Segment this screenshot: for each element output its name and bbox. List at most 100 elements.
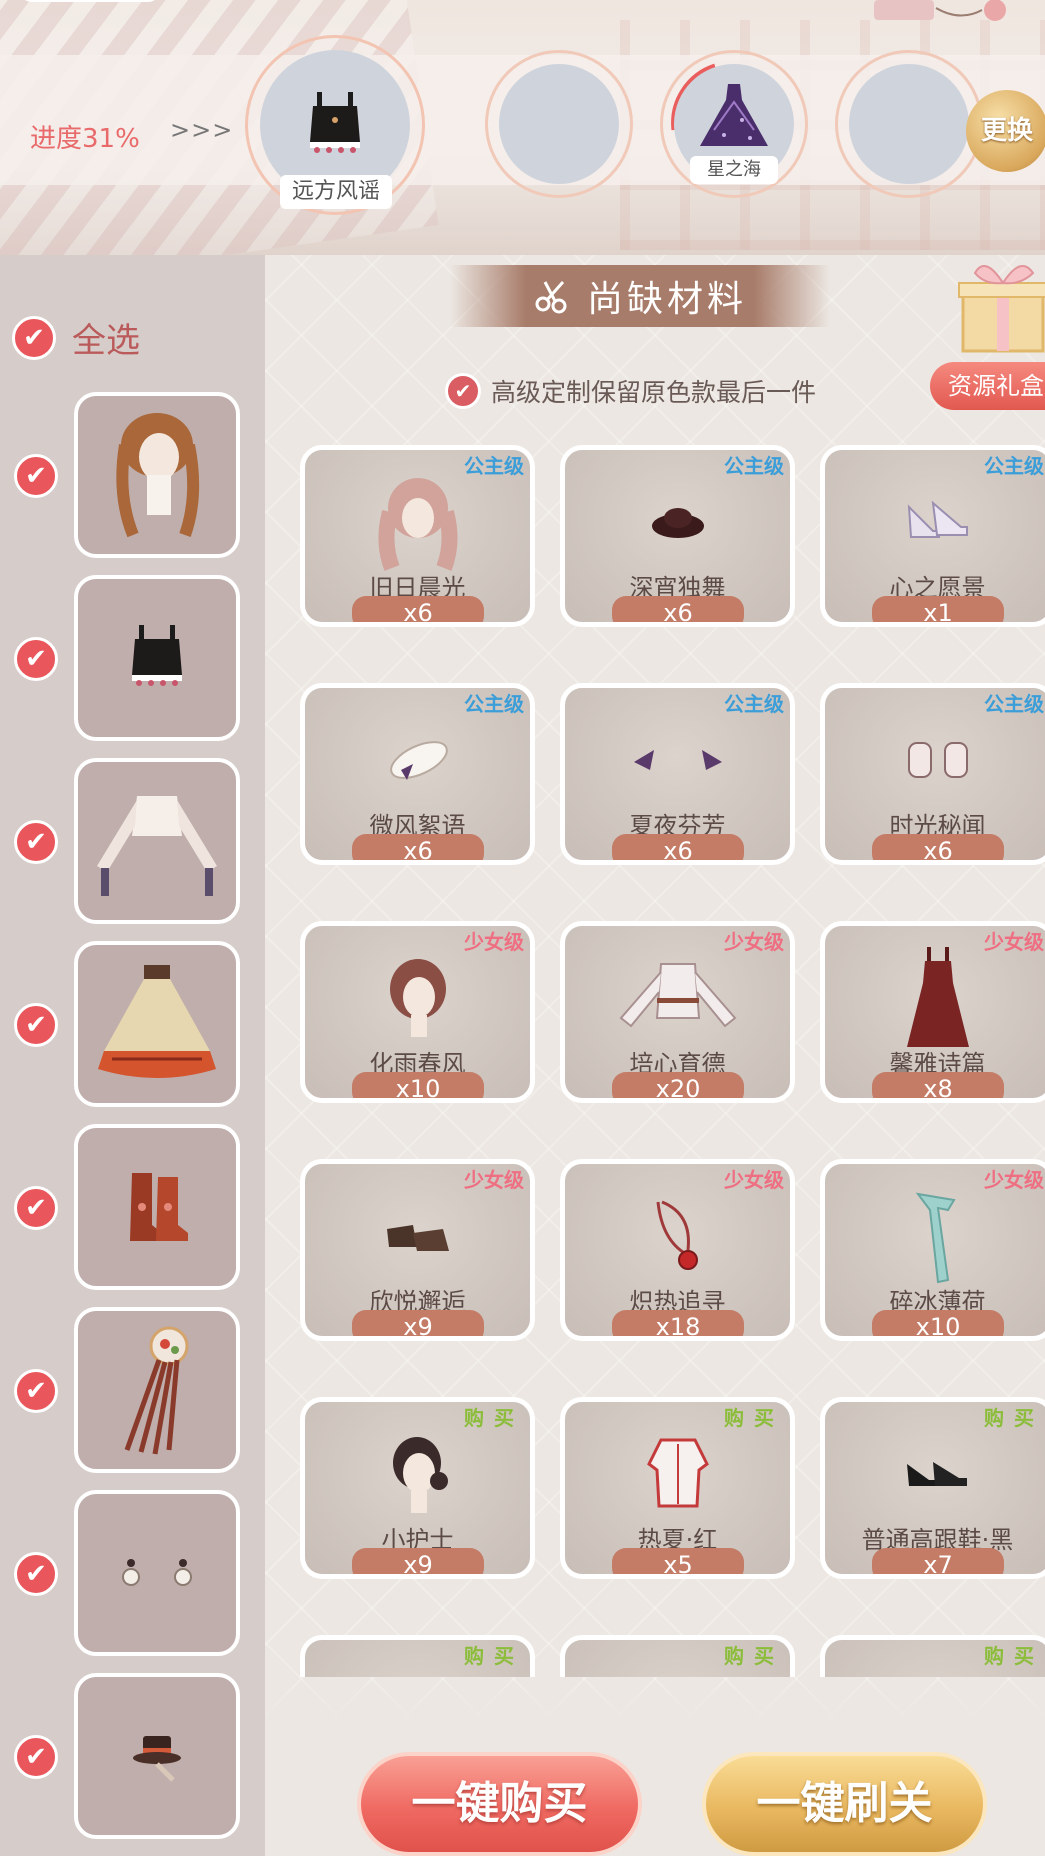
- top-thumbnail: [74, 575, 240, 741]
- material-quantity: x6: [352, 596, 484, 622]
- loafers-icon: [386, 1225, 449, 1251]
- checkmark-icon[interactable]: ✔: [445, 373, 481, 409]
- materials-panel: 尚缺材料 资源礼盒 ✔ 高级定制保留原色款最后一件 公主级 旧日晨光 x6 公主…: [265, 255, 1045, 1856]
- material-card[interactable]: 公主级 心之愿景 x1: [820, 445, 1045, 627]
- blouse-thumbnail: [74, 758, 240, 924]
- dark-hat-icon: [651, 508, 704, 538]
- progress-arrows: >>>: [170, 116, 234, 144]
- black-top-icon: [310, 92, 360, 153]
- sidebar-item-skirt[interactable]: ✔: [0, 941, 265, 1111]
- material-card[interactable]: 购买: [820, 1635, 1045, 1677]
- black-top-icon: [132, 625, 182, 686]
- wavy-hair-icon: [378, 478, 457, 571]
- sweep-stages-button[interactable]: 一键刷关: [702, 1752, 987, 1856]
- burgundy-dress-icon: [906, 947, 969, 1047]
- material-quantity: x10: [872, 1310, 1004, 1336]
- checkmark-icon[interactable]: ✔: [14, 1369, 58, 1413]
- keep-original-label: 高级定制保留原色款最后一件: [491, 378, 817, 407]
- section-header: 尚缺材料: [450, 265, 830, 327]
- purple-gown-icon: [700, 84, 768, 146]
- material-quantity: x5: [612, 1548, 744, 1574]
- resource-gift-button[interactable]: 资源礼盒: [930, 362, 1045, 410]
- material-quantity: x8: [872, 1072, 1004, 1098]
- material-quantity: x6: [872, 834, 1004, 860]
- sidebar-item-earrings[interactable]: ✔: [0, 1490, 265, 1660]
- gift-box-icon[interactable]: [945, 255, 1045, 355]
- bun-hair-icon: [392, 1437, 448, 1513]
- red-boots-icon: [130, 1173, 188, 1241]
- material-card[interactable]: 公主级 深宵独舞 x6: [560, 445, 795, 627]
- buy-all-button[interactable]: 一键购买: [357, 1752, 642, 1856]
- sidebar-item-boots[interactable]: ✔: [0, 1124, 265, 1294]
- checkmark-icon[interactable]: ✔: [14, 1186, 58, 1230]
- checkmark-icon[interactable]: ✔: [14, 454, 58, 498]
- material-card[interactable]: 公主级 时光秘闻 x6: [820, 683, 1045, 865]
- checkmark-icon[interactable]: ✔: [14, 637, 58, 681]
- curly-hair-icon: [389, 959, 446, 1037]
- material-card[interactable]: 少女级 培心育德 x20: [560, 921, 795, 1103]
- material-card[interactable]: 少女级 欣悦邂逅 x9: [300, 1159, 535, 1341]
- material-card[interactable]: 购买 小护士 x9: [300, 1397, 535, 1579]
- checkmark-icon[interactable]: ✔: [14, 1552, 58, 1596]
- skirt-thumbnail: [74, 941, 240, 1107]
- checkmark-icon[interactable]: ✔: [14, 1735, 58, 1779]
- ruby-necklace-icon: [656, 1200, 698, 1270]
- checkmark-icon[interactable]: ✔: [14, 820, 58, 864]
- material-quantity: x6: [612, 596, 744, 622]
- material-quantity: x7: [872, 1548, 1004, 1574]
- material-card[interactable]: 少女级 炽热追寻 x18: [560, 1159, 795, 1341]
- material-quantity: x10: [352, 1072, 484, 1098]
- outfit-slot-4[interactable]: [835, 50, 983, 198]
- boots-thumbnail: [74, 1124, 240, 1290]
- material-quantity: x9: [352, 1548, 484, 1574]
- checkmark-icon: ✔: [12, 315, 56, 360]
- ribbon-headpiece-icon: [124, 1326, 189, 1455]
- material-quantity: x18: [612, 1310, 744, 1336]
- earrings-thumbnail: [74, 1490, 240, 1656]
- outfit-slot-1[interactable]: 远方风谣: [245, 35, 425, 215]
- material-card[interactable]: 购买 普通高跟鞋·黑 x7: [820, 1397, 1045, 1579]
- slot-label: 星之海: [690, 156, 778, 184]
- black-heels-icon: [906, 1462, 967, 1486]
- headpiece-thumbnail: [74, 1307, 240, 1473]
- material-quantity: x9: [352, 1310, 484, 1336]
- yarn-decoration-icon: [874, 0, 1006, 21]
- material-card[interactable]: 购买 热夏·红 x5: [560, 1397, 795, 1579]
- outfit-slot-2[interactable]: [485, 50, 633, 198]
- material-card[interactable]: 少女级 碎冰薄荷 x10: [820, 1159, 1045, 1341]
- material-card[interactable]: 少女级 化雨春风 x10: [300, 921, 535, 1103]
- purple-earrings-icon: [633, 750, 722, 770]
- material-card[interactable]: 少女级 馨雅诗篇 x8: [820, 921, 1045, 1103]
- hat-thumbnail: [74, 1673, 240, 1839]
- top-banner: 进度31% >>> 远方风谣 星之海 更换: [0, 0, 1045, 255]
- keep-original-option[interactable]: ✔ 高级定制保留原色款最后一件: [445, 373, 816, 409]
- category-sidebar: ✔ 全选 ✔ ✔ ✔ ✔ ✔ ✔ ✔ ✔: [0, 255, 265, 1856]
- top-tab-edge: [20, 0, 160, 2]
- change-button[interactable]: 更换: [966, 90, 1045, 172]
- material-card[interactable]: 公主级 微风絮语 x6: [300, 683, 535, 865]
- ruffle-blouse-icon: [619, 963, 736, 1028]
- material-quantity: x1: [872, 596, 1004, 622]
- heels-icon: [907, 500, 968, 538]
- pearl-earrings-icon: [122, 1559, 192, 1586]
- outfit-slot-3[interactable]: 星之海: [660, 50, 808, 198]
- select-all-label: 全选: [72, 321, 140, 361]
- sidebar-item-blouse[interactable]: ✔: [0, 758, 265, 928]
- sidebar-item-hair[interactable]: ✔: [0, 392, 265, 562]
- material-quantity: x20: [612, 1072, 744, 1098]
- sidebar-item-top[interactable]: ✔: [0, 575, 265, 745]
- material-quantity: x6: [352, 834, 484, 860]
- material-card[interactable]: 购买: [560, 1635, 795, 1677]
- select-all-toggle[interactable]: ✔ 全选: [12, 313, 140, 362]
- material-card[interactable]: 公主级 旧日晨光 x6: [300, 445, 535, 627]
- sidebar-item-headpiece[interactable]: ✔: [0, 1307, 265, 1477]
- material-card[interactable]: 公主级 夏夜芬芳 x6: [560, 683, 795, 865]
- layered-skirt-icon: [98, 965, 216, 1078]
- sidebar-item-hat[interactable]: ✔: [0, 1673, 265, 1843]
- sun-hat-icon: [389, 741, 448, 780]
- white-blouse-icon: [97, 796, 217, 896]
- section-title: 尚缺材料: [586, 279, 747, 320]
- checkmark-icon[interactable]: ✔: [14, 1003, 58, 1047]
- material-card[interactable]: 购买: [300, 1635, 535, 1677]
- materials-grid: 公主级 旧日晨光 x6 公主级 深宵独舞 x6 公主级 心之愿景 x1 公主级 …: [300, 445, 1045, 1677]
